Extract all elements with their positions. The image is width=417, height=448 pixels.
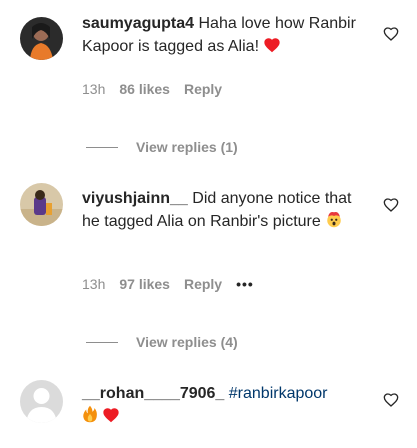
comment-username[interactable]: __rohan____7906_ xyxy=(82,385,224,402)
like-count[interactable]: 97 likes xyxy=(119,275,170,293)
reply-button[interactable]: Reply xyxy=(184,275,222,293)
red-heart-icon xyxy=(102,407,120,430)
like-heart-icon[interactable] xyxy=(383,197,399,213)
comment-text: __rohan____7906_ #ranbirkapoor xyxy=(82,382,372,430)
avatar[interactable] xyxy=(20,183,63,226)
comment-username[interactable]: viyushjainn__ xyxy=(82,190,188,207)
default-avatar-icon xyxy=(20,380,63,423)
comment-text: viyushjainn__ Did anyone notice that he … xyxy=(82,187,372,235)
view-replies-label: View replies (1) xyxy=(136,139,238,155)
view-replies-button[interactable]: View replies (4) xyxy=(86,334,238,350)
reply-button[interactable]: Reply xyxy=(184,80,222,98)
view-replies-label: View replies (4) xyxy=(136,334,238,350)
exploding-head-icon xyxy=(325,210,343,235)
comment-meta: 13h 97 likes Reply ••• xyxy=(82,275,254,293)
comment-username[interactable]: saumyagupta4 xyxy=(82,15,194,32)
comment-text: saumyagupta4 Haha love how Ranbir Kapoor… xyxy=(82,12,372,60)
red-heart-icon xyxy=(263,37,281,60)
profile-photo-icon xyxy=(20,183,63,226)
profile-photo-icon xyxy=(20,17,63,60)
like-heart-icon[interactable] xyxy=(383,392,399,408)
comment-time[interactable]: 13h xyxy=(82,80,105,98)
comment-time[interactable]: 13h xyxy=(82,275,105,293)
hashtag-link[interactable]: #ranbirkapoor xyxy=(229,385,328,402)
avatar[interactable] xyxy=(20,380,63,423)
like-heart-icon[interactable] xyxy=(383,26,399,42)
more-options-icon[interactable]: ••• xyxy=(236,275,254,293)
divider xyxy=(86,341,118,343)
comment-meta: 13h 86 likes Reply xyxy=(82,80,222,98)
avatar[interactable] xyxy=(20,17,63,60)
fire-icon xyxy=(82,405,98,430)
view-replies-button[interactable]: View replies (1) xyxy=(86,139,238,155)
like-count[interactable]: 86 likes xyxy=(119,80,170,98)
divider xyxy=(86,146,118,148)
